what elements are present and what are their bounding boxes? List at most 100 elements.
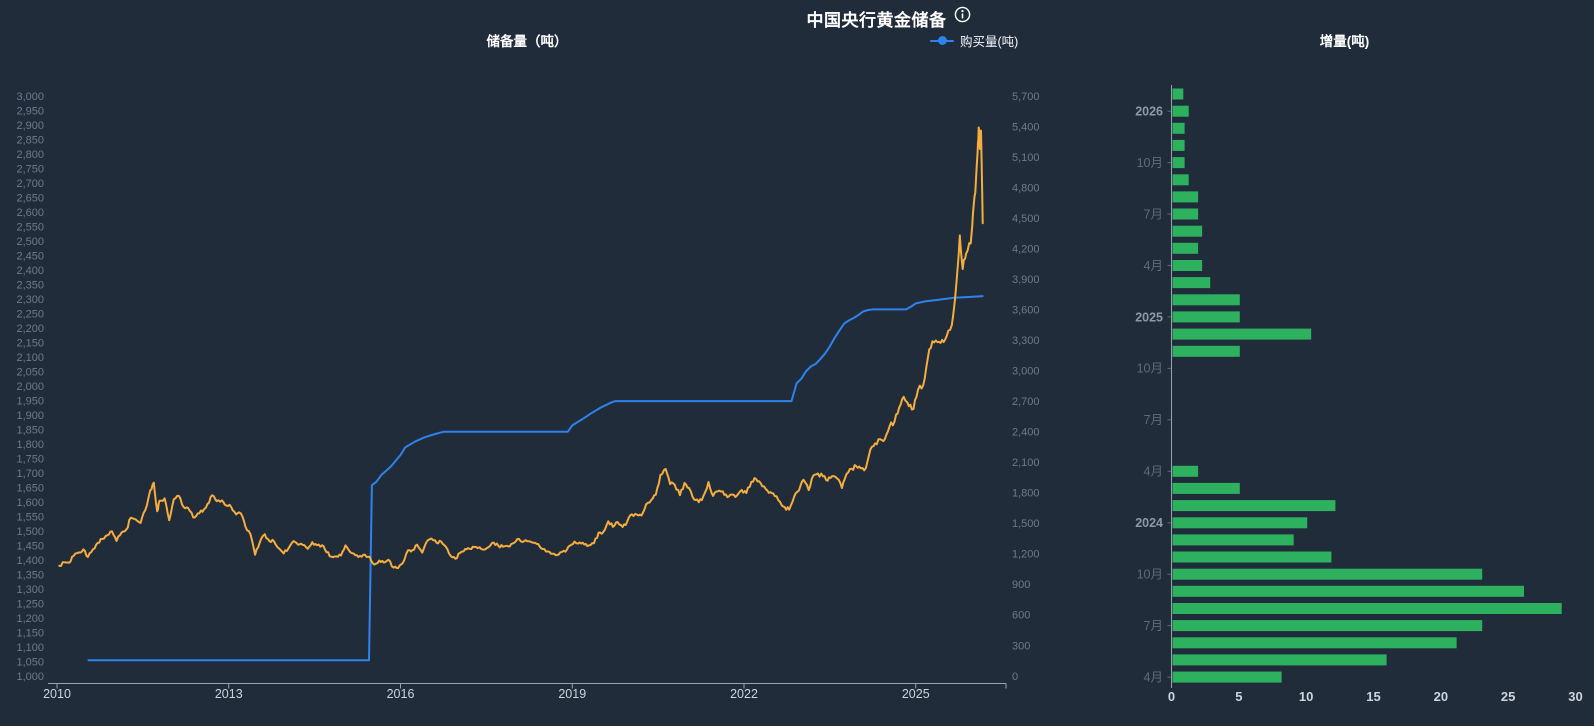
bar[interactable] <box>1173 569 1483 580</box>
bar[interactable] <box>1173 243 1199 254</box>
bar[interactable] <box>1173 346 1240 357</box>
svg-text:1,600: 1,600 <box>16 497 44 509</box>
svg-text:2025: 2025 <box>1135 310 1163 324</box>
bar[interactable] <box>1173 277 1211 288</box>
bar[interactable] <box>1173 140 1185 151</box>
svg-text:2,800: 2,800 <box>16 149 44 161</box>
svg-text:7月: 7月 <box>1144 207 1163 221</box>
bar[interactable] <box>1173 209 1199 220</box>
svg-text:30: 30 <box>1568 689 1582 704</box>
x-axis: 201020132016201920222025 <box>43 684 1006 702</box>
bar[interactable] <box>1173 552 1332 563</box>
svg-text:3,000: 3,000 <box>1012 366 1040 378</box>
svg-text:2,550: 2,550 <box>16 221 44 233</box>
svg-text:2,100: 2,100 <box>16 352 44 364</box>
svg-text:25: 25 <box>1501 689 1515 704</box>
svg-text:15: 15 <box>1366 689 1380 704</box>
svg-text:1,850: 1,850 <box>16 424 44 436</box>
bar[interactable] <box>1173 157 1185 168</box>
bar[interactable] <box>1173 517 1308 528</box>
svg-text:2,300: 2,300 <box>16 294 44 306</box>
bar[interactable] <box>1173 637 1457 648</box>
svg-text:1,100: 1,100 <box>16 642 44 654</box>
svg-text:3,600: 3,600 <box>1012 304 1040 316</box>
svg-text:4,200: 4,200 <box>1012 243 1040 255</box>
svg-text:4月: 4月 <box>1144 670 1163 684</box>
svg-text:2,150: 2,150 <box>16 337 44 349</box>
svg-text:1,250: 1,250 <box>16 598 44 610</box>
svg-text:900: 900 <box>1012 579 1030 591</box>
svg-text:1,050: 1,050 <box>16 656 44 668</box>
svg-text:2,500: 2,500 <box>16 236 44 248</box>
svg-text:10月: 10月 <box>1137 362 1163 376</box>
svg-text:7月: 7月 <box>1144 413 1163 427</box>
svg-text:2,600: 2,600 <box>16 207 44 219</box>
svg-text:5,400: 5,400 <box>1012 121 1040 133</box>
svg-text:2016: 2016 <box>387 687 415 701</box>
svg-text:4月: 4月 <box>1144 259 1163 273</box>
svg-text:0: 0 <box>1012 671 1018 683</box>
bar[interactable] <box>1173 672 1282 683</box>
bar[interactable] <box>1173 191 1199 202</box>
reserves-line-chart-canvas[interactable]: 1,0001,0501,1001,1501,2001,2501,3001,350… <box>0 0 1060 726</box>
bar[interactable] <box>1173 654 1387 665</box>
svg-text:1,500: 1,500 <box>16 526 44 538</box>
bar[interactable] <box>1173 534 1294 545</box>
bar[interactable] <box>1173 106 1189 117</box>
bar[interactable] <box>1173 226 1203 237</box>
svg-text:2,250: 2,250 <box>16 308 44 320</box>
increment-bars <box>1173 89 1562 683</box>
svg-text:2024: 2024 <box>1135 516 1163 530</box>
svg-text:1,800: 1,800 <box>16 439 44 451</box>
bar[interactable] <box>1173 603 1562 614</box>
bar[interactable] <box>1173 294 1240 305</box>
bar[interactable] <box>1173 329 1312 340</box>
bar[interactable] <box>1173 500 1336 511</box>
bar[interactable] <box>1173 483 1240 494</box>
svg-text:2,750: 2,750 <box>16 163 44 175</box>
svg-text:2,200: 2,200 <box>16 323 44 335</box>
bar-x-labels: 051015202530 <box>1168 689 1583 704</box>
bar[interactable] <box>1173 620 1483 631</box>
svg-text:3,900: 3,900 <box>1012 274 1040 286</box>
bar[interactable] <box>1173 466 1199 477</box>
svg-text:2,400: 2,400 <box>16 265 44 277</box>
svg-text:1,350: 1,350 <box>16 569 44 581</box>
bar[interactable] <box>1173 89 1184 100</box>
svg-text:1,000: 1,000 <box>16 671 44 683</box>
svg-text:2025: 2025 <box>902 687 930 701</box>
svg-text:1,550: 1,550 <box>16 511 44 523</box>
svg-text:1,700: 1,700 <box>16 468 44 480</box>
svg-text:2,450: 2,450 <box>16 250 44 262</box>
svg-text:2,050: 2,050 <box>16 366 44 378</box>
svg-text:5,100: 5,100 <box>1012 152 1040 164</box>
right-axis-labels: 03006009001,2001,5001,8002,1002,4002,700… <box>1012 91 1040 683</box>
svg-text:7月: 7月 <box>1144 619 1163 633</box>
svg-text:1,750: 1,750 <box>16 453 44 465</box>
svg-text:1,400: 1,400 <box>16 555 44 567</box>
svg-text:1,900: 1,900 <box>16 410 44 422</box>
svg-text:2022: 2022 <box>730 687 758 701</box>
bar[interactable] <box>1173 260 1203 271</box>
svg-text:2010: 2010 <box>43 687 71 701</box>
svg-text:5: 5 <box>1235 689 1242 704</box>
svg-text:2,400: 2,400 <box>1012 427 1040 439</box>
svg-text:2,700: 2,700 <box>16 178 44 190</box>
bar[interactable] <box>1173 174 1189 185</box>
bar[interactable] <box>1173 123 1185 134</box>
increment-bar-chart-canvas[interactable]: 202610月7月4月202510月7月4月202410月7月4月0510152… <box>1095 0 1594 726</box>
bar[interactable] <box>1173 311 1240 322</box>
svg-text:3,000: 3,000 <box>16 91 44 103</box>
svg-text:1,950: 1,950 <box>16 395 44 407</box>
svg-text:10: 10 <box>1299 689 1313 704</box>
svg-text:1,800: 1,800 <box>1012 488 1040 500</box>
bar[interactable] <box>1173 586 1525 597</box>
svg-text:1,200: 1,200 <box>16 613 44 625</box>
svg-text:600: 600 <box>1012 610 1030 622</box>
svg-text:2013: 2013 <box>215 687 243 701</box>
svg-text:1,500: 1,500 <box>1012 518 1040 530</box>
svg-text:2,950: 2,950 <box>16 105 44 117</box>
svg-text:2,100: 2,100 <box>1012 457 1040 469</box>
svg-text:1,300: 1,300 <box>16 584 44 596</box>
left-axis-labels: 1,0001,0501,1001,1501,2001,2501,3001,350… <box>16 91 44 683</box>
